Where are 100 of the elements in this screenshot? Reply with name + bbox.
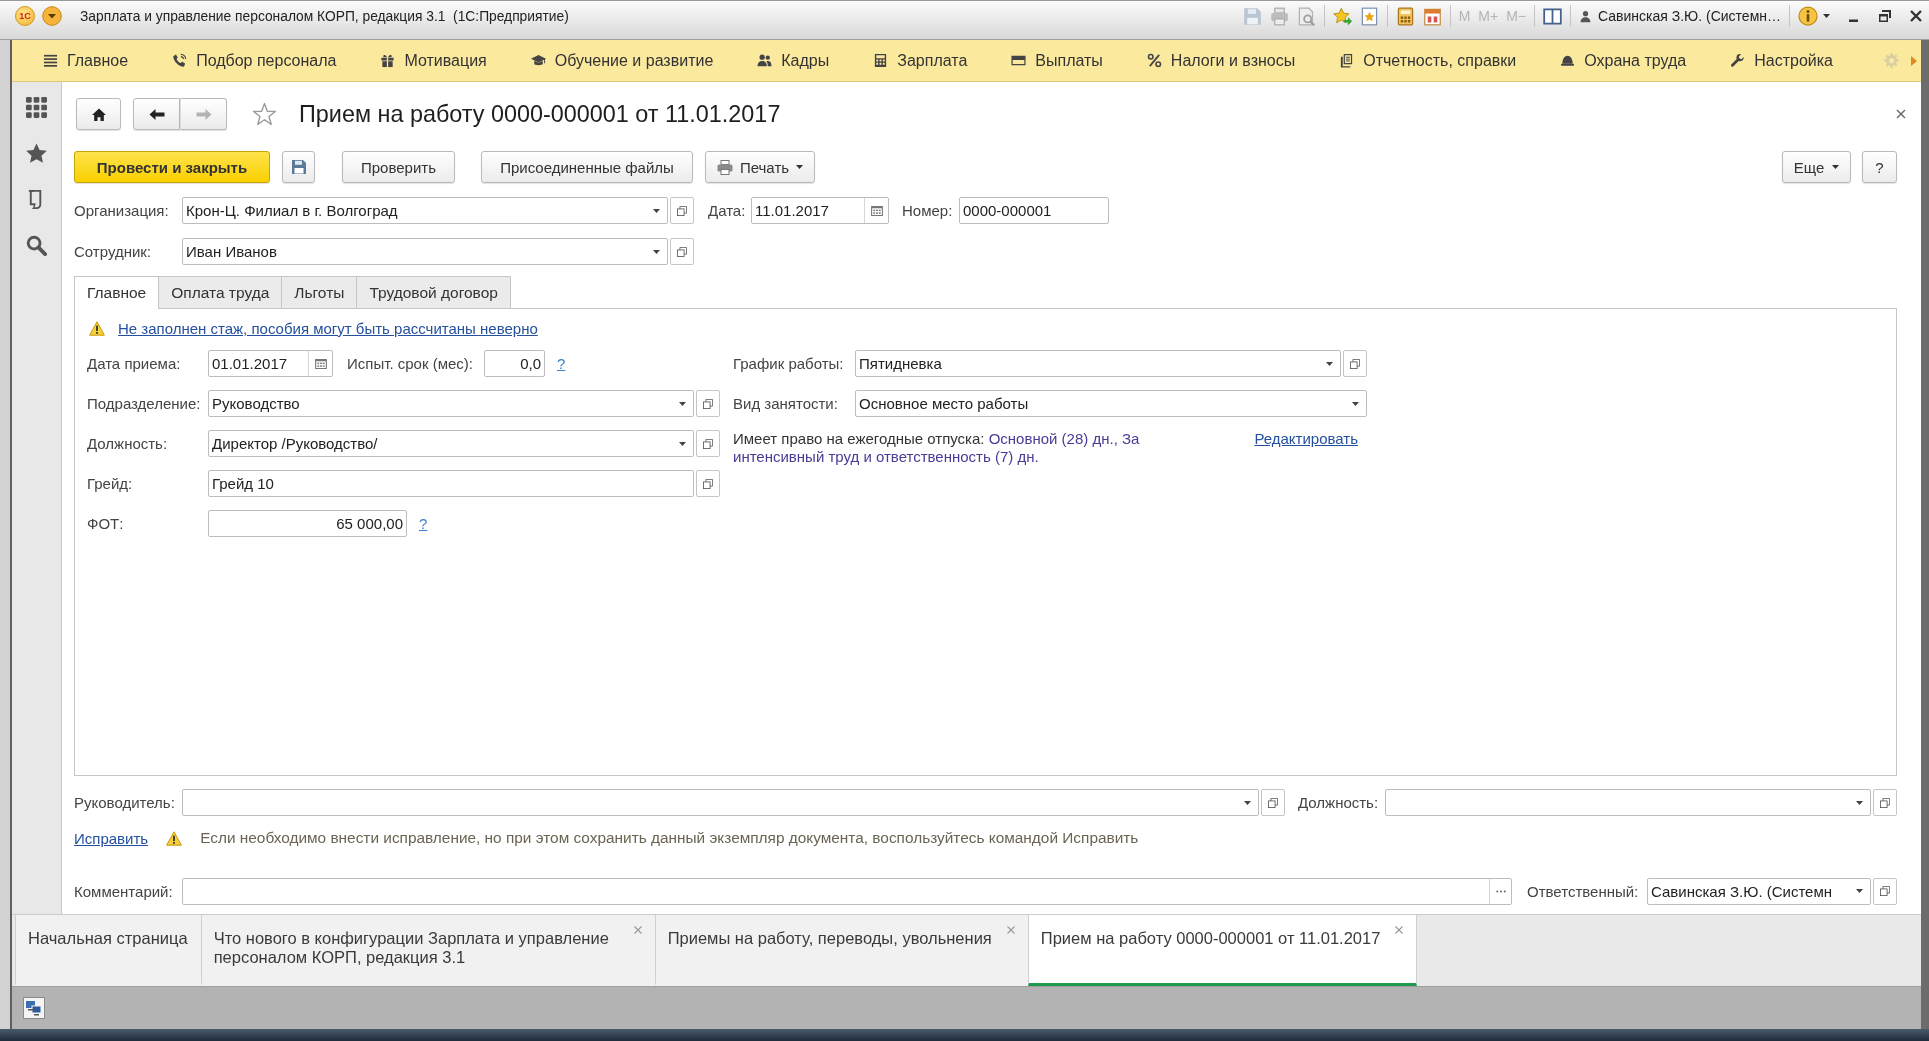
window-tab[interactable]: Приемы на работу, переводы, увольнения xyxy=(654,915,1028,986)
window-tab[interactable]: Что нового в конфигурации Зарплата и управление персоналом КОРП, редакция 3.1 xyxy=(200,915,655,986)
select-field[interactable]: Руководство xyxy=(208,390,694,417)
open-button[interactable] xyxy=(1261,789,1285,816)
close-icon[interactable] xyxy=(1909,9,1923,23)
number-field[interactable]: 0,0 xyxy=(484,350,545,377)
open-button[interactable] xyxy=(1873,877,1897,905)
tab[interactable]: Главное xyxy=(74,276,160,309)
help-link[interactable]: ? xyxy=(557,355,566,372)
section-item[interactable]: Настройка xyxy=(1708,40,1855,81)
print-button[interactable]: Печать xyxy=(705,151,815,183)
preview-icon[interactable] xyxy=(1296,6,1316,26)
search-icon[interactable] xyxy=(26,235,47,256)
back-button[interactable] xyxy=(133,98,180,130)
home-icon xyxy=(90,107,107,121)
field-label: Грейд: xyxy=(87,475,134,492)
section-item[interactable]: Подбор персонала xyxy=(150,40,359,81)
app-logo[interactable]: 1С xyxy=(15,6,35,26)
edit-link[interactable]: Редактировать xyxy=(1254,430,1358,448)
post-and-close-button[interactable]: Провести и закрыть xyxy=(74,151,270,183)
close-icon[interactable] xyxy=(1896,109,1906,119)
field-label: Ответственный: xyxy=(1527,882,1640,900)
star-add-icon[interactable] xyxy=(1332,6,1352,26)
save-button[interactable] xyxy=(282,151,315,183)
star-icon[interactable] xyxy=(26,143,47,164)
caret-icon xyxy=(652,249,660,254)
open-window-icon xyxy=(703,478,713,489)
calendar-icon xyxy=(870,205,883,216)
documents-icon xyxy=(1339,53,1355,68)
section-item[interactable]: Отчетность, справки xyxy=(1317,40,1539,81)
section-item[interactable]: Мотивация xyxy=(358,40,509,81)
panel-layout-icon[interactable] xyxy=(1543,6,1562,26)
help-button[interactable]: ? xyxy=(1862,151,1897,183)
open-button[interactable] xyxy=(696,390,720,417)
user-button[interactable]: Савинская З.Ю. (Системн… xyxy=(1579,8,1781,24)
info-icon[interactable] xyxy=(1798,6,1818,26)
caret-icon xyxy=(796,165,804,169)
calendar-icon[interactable] xyxy=(1422,6,1442,26)
favorites-icon[interactable] xyxy=(1359,6,1379,26)
star-icon[interactable] xyxy=(253,103,276,125)
section-item[interactable]: Налоги и взносы xyxy=(1124,40,1318,81)
field-label: Дата: xyxy=(708,202,747,219)
select-field[interactable] xyxy=(1385,789,1871,816)
select-field[interactable]: Савинская З.Ю. (Системн xyxy=(1647,877,1871,905)
wrench-icon xyxy=(1730,53,1746,68)
section-item[interactable]: Выплаты xyxy=(989,40,1125,81)
tab[interactable]: Трудовой договор xyxy=(356,276,511,308)
open-window-icon xyxy=(1880,886,1890,896)
open-window-icon xyxy=(1880,797,1890,808)
calculator-icon[interactable] xyxy=(1395,6,1415,26)
network-icon[interactable] xyxy=(23,997,45,1019)
section-item[interactable]: Кадры xyxy=(735,40,852,81)
select-field[interactable]: Крон-Ц. Филиал в г. Волгоград xyxy=(182,197,668,224)
check-button[interactable]: Проверить xyxy=(342,151,455,183)
help-link[interactable]: ? xyxy=(419,515,428,532)
caret-icon xyxy=(1855,889,1863,893)
section-item[interactable]: Зарплата xyxy=(851,40,990,81)
input-field[interactable]: Грейд 10 xyxy=(208,470,694,497)
more-button[interactable]: Еще xyxy=(1782,151,1851,183)
section-item[interactable]: Охрана труда xyxy=(1538,40,1709,81)
attached-files-button[interactable]: Присоединенные файлы xyxy=(481,151,693,183)
select-field[interactable]: Иван Иванов xyxy=(182,238,668,265)
section-item[interactable]: Обучение и развитие xyxy=(508,40,736,81)
number-field[interactable]: 65 000,00 xyxy=(208,510,407,537)
caret-icon xyxy=(652,208,660,213)
restore-icon[interactable] xyxy=(1878,9,1892,23)
vacation-text: Имеет право на ежегодные отпуска: Основной (28) дн., За интенсивный труд и ответственность (7) дн. xyxy=(733,430,1141,466)
input-field[interactable]: 0000-000001 xyxy=(959,197,1109,224)
select-field[interactable]: Пятидневка xyxy=(855,350,1341,377)
caret-icon[interactable] xyxy=(1823,14,1830,18)
fix-link[interactable]: Исправить xyxy=(74,829,149,847)
open-button[interactable] xyxy=(670,238,694,265)
open-button[interactable] xyxy=(670,197,694,224)
open-button[interactable] xyxy=(1873,789,1897,816)
warning-icon xyxy=(89,320,105,336)
caret-icon xyxy=(678,401,686,406)
window-tab[interactable]: Начальная страница xyxy=(15,915,201,986)
home-button[interactable] xyxy=(76,98,121,130)
card-icon xyxy=(1011,53,1027,68)
open-button[interactable] xyxy=(1343,350,1367,377)
open-button[interactable] xyxy=(696,430,720,457)
comment-field[interactable] xyxy=(182,877,1512,905)
window-tab[interactable]: Прием на работу 0000-000001 от 11.01.2017 xyxy=(1027,915,1418,986)
date-field[interactable]: 01.01.2017 xyxy=(208,350,333,377)
window-title: Зарплата и управление персоналом КОРП, редакция 3.1 (1С:Предприятие) xyxy=(80,8,569,24)
apps-grid-icon[interactable] xyxy=(26,97,47,118)
date-field[interactable]: 11.01.2017 xyxy=(751,197,889,224)
caret-circle-icon[interactable] xyxy=(42,6,62,26)
select-field[interactable]: Директор /Руководство/ xyxy=(208,430,694,457)
tab[interactable]: Оплата труда xyxy=(158,276,283,308)
select-field[interactable]: Основное место работы xyxy=(855,390,1367,417)
field-label: Подразделение: xyxy=(87,395,202,412)
field-label: ФОТ: xyxy=(87,515,125,532)
field-label: Руководитель: xyxy=(74,794,176,811)
tab[interactable]: Льготы xyxy=(281,276,358,308)
field-label: График работы: xyxy=(733,355,845,372)
warning-link[interactable]: Не заполнен стаж, пособия могут быть рассчитаны неверно xyxy=(118,319,538,337)
section-item[interactable]: Главное xyxy=(21,40,151,81)
open-button[interactable] xyxy=(696,470,720,497)
select-field[interactable] xyxy=(182,789,1259,816)
